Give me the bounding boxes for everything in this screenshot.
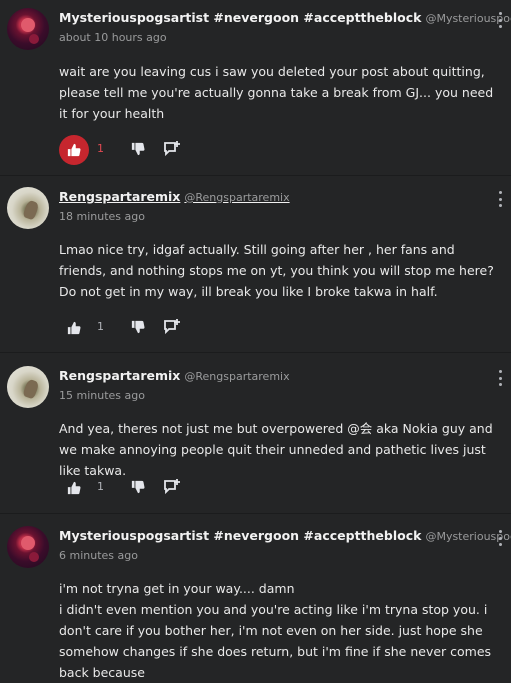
more-options-icon[interactable]	[497, 370, 503, 386]
thumbs-down-icon	[131, 480, 145, 494]
thumbs-down-icon	[131, 142, 145, 156]
comment-text: wait are you leaving cus i saw you delet…	[59, 64, 494, 121]
comment-author[interactable]: Mysteriouspogsartist #nevergoon #acceptt…	[59, 528, 511, 543]
comment-time[interactable]: 15 minutes ago	[59, 389, 145, 402]
more-options-icon[interactable]	[497, 530, 503, 546]
like-count: 1	[97, 480, 104, 493]
thumbs-up-icon	[67, 321, 81, 335]
comment-text: And yea, theres not just me but overpowe…	[59, 421, 493, 478]
comment-time[interactable]: about 10 hours ago	[59, 31, 167, 44]
reply-icon	[164, 319, 180, 335]
like-count: 1	[97, 320, 104, 333]
dislike-button[interactable]	[131, 479, 149, 497]
reply-button[interactable]	[163, 140, 183, 160]
comment-time[interactable]: 6 minutes ago	[59, 549, 138, 562]
reply-icon	[164, 141, 180, 157]
comment-time[interactable]: 18 minutes ago	[59, 210, 145, 223]
divider	[0, 352, 511, 353]
thumbs-up-icon	[67, 143, 81, 157]
thumbs-up-icon	[67, 481, 81, 495]
comment: Mysteriouspogsartist #nevergoon #acceptt…	[0, 526, 511, 680]
more-options-icon[interactable]	[497, 12, 503, 28]
more-options-icon[interactable]	[497, 191, 503, 207]
like-button[interactable]	[59, 473, 89, 503]
comment-text: Lmao nice try, idgaf actually. Still goi…	[59, 242, 494, 299]
comment-author[interactable]: Rengspartaremix @Rengspartaremix	[59, 189, 290, 204]
dislike-button[interactable]	[131, 141, 149, 159]
avatar[interactable]	[7, 526, 49, 568]
divider	[0, 513, 511, 514]
comment-handle: @Rengspartaremix	[184, 191, 290, 204]
avatar[interactable]	[7, 187, 49, 229]
avatar[interactable]	[7, 8, 49, 50]
reply-icon	[164, 479, 180, 495]
dislike-button[interactable]	[131, 319, 149, 337]
comment: Mysteriouspogsartist #nevergoon #acceptt…	[0, 8, 511, 168]
like-button[interactable]	[59, 135, 89, 165]
thumbs-down-icon	[131, 320, 145, 334]
reply-button[interactable]	[163, 478, 183, 498]
comment-author[interactable]: Rengspartaremix @Rengspartaremix	[59, 368, 290, 383]
divider	[0, 175, 511, 176]
comment-feed: Mysteriouspogsartist #nevergoon #acceptt…	[0, 0, 511, 680]
comment-author[interactable]: Mysteriouspogsartist #nevergoon #acceptt…	[59, 10, 511, 25]
comment: Rengspartaremix @Rengspartaremix 18 minut…	[0, 187, 511, 347]
comment: Rengspartaremix @Rengspartaremix 15 minut…	[0, 366, 511, 506]
like-count: 1	[97, 142, 104, 155]
comment-handle: @Rengspartaremix	[184, 370, 290, 383]
comment-text: i'm not tryna get in your way.... damn i…	[59, 581, 492, 680]
reply-button[interactable]	[163, 318, 183, 338]
like-button[interactable]	[59, 313, 89, 343]
avatar[interactable]	[7, 366, 49, 408]
